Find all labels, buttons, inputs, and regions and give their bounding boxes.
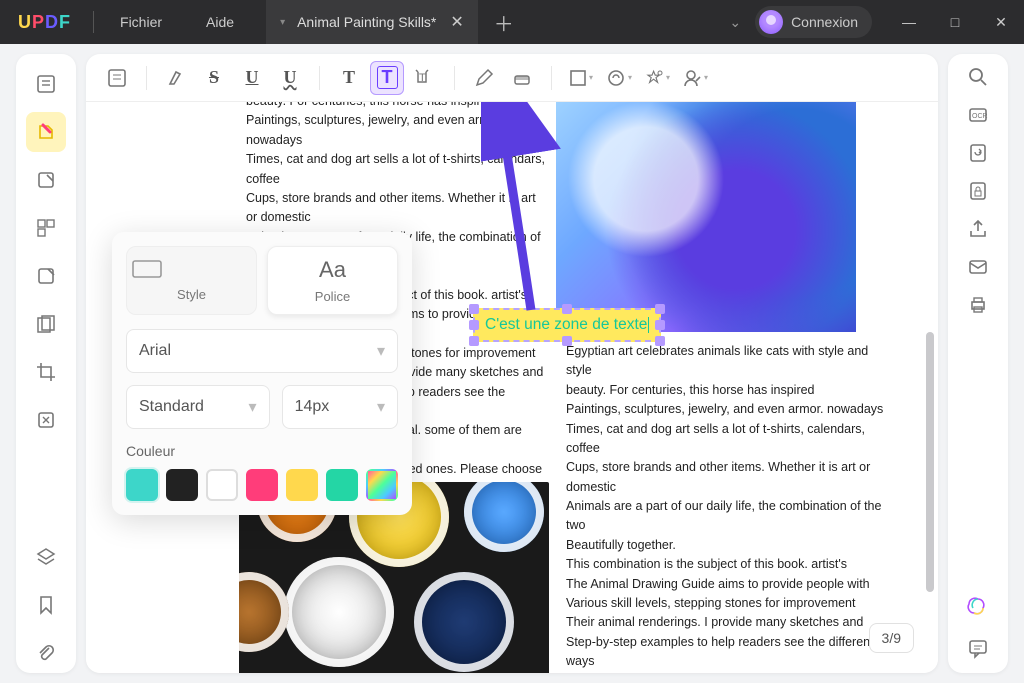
resize-handle[interactable] (655, 304, 665, 314)
swatch-yellow[interactable] (286, 469, 318, 501)
redact-button[interactable] (26, 304, 66, 344)
svg-text:T: T (419, 72, 426, 84)
textbox-tool-button[interactable]: T (370, 61, 404, 95)
stamp-icon[interactable]: ▾ (602, 61, 636, 95)
logo: UPDF (0, 12, 89, 33)
callout-icon[interactable]: T (408, 61, 442, 95)
left-rail (16, 54, 76, 673)
chevron-down-icon: ▾ (249, 397, 257, 417)
eraser-icon[interactable] (505, 61, 539, 95)
resize-handle[interactable] (562, 336, 572, 346)
share-icon[interactable] (967, 218, 989, 240)
resize-handle[interactable] (655, 320, 665, 330)
close-window-button[interactable]: ✕ (978, 0, 1024, 44)
watercolor-image (556, 102, 856, 332)
resize-handle[interactable] (655, 336, 665, 346)
tab-title: Animal Painting Skills* (297, 14, 436, 30)
text-box-content[interactable]: C'est une zone de texte (485, 316, 647, 333)
svg-text:OCR: OCR (972, 113, 988, 120)
protect-icon[interactable] (967, 180, 989, 202)
ai-assistant-icon[interactable] (965, 595, 991, 621)
maximize-window-button[interactable]: □ (932, 0, 978, 44)
text-properties-panel: Style Aa Police Arial▾ Standard▾ 14px▾ (112, 232, 412, 515)
separator (93, 11, 94, 33)
convert-icon[interactable] (967, 142, 989, 164)
swatch-black[interactable] (166, 469, 198, 501)
style-tab[interactable]: Style (126, 246, 257, 315)
text-box-annotation[interactable]: C'est une zone de texte (473, 308, 661, 342)
font-tab[interactable]: Aa Police (267, 246, 398, 315)
email-icon[interactable] (967, 256, 989, 278)
login-button[interactable]: Connexion (755, 6, 872, 38)
font-weight-select[interactable]: Standard▾ (126, 385, 270, 429)
document-area: S U U T T T ▾ ▾ ▾ ▾ beauty. For (86, 54, 938, 673)
pencil-icon[interactable] (467, 61, 501, 95)
underline-icon[interactable]: U (235, 61, 269, 95)
print-icon[interactable] (967, 294, 989, 316)
menu-help[interactable]: Aide (184, 14, 256, 30)
menu-file[interactable]: Fichier (98, 14, 184, 30)
color-swatches (126, 469, 398, 501)
avatar-icon (759, 10, 783, 34)
vertical-scrollbar[interactable] (926, 332, 934, 592)
reader-mode-button[interactable] (26, 64, 66, 104)
comment-mode-button[interactable] (26, 112, 66, 152)
document-tab[interactable]: ▾ Animal Painting Skills* ✕ (266, 0, 478, 44)
resize-handle[interactable] (469, 336, 479, 346)
swatch-green[interactable] (326, 469, 358, 501)
bookmark-button[interactable] (26, 585, 66, 625)
resize-handle[interactable] (562, 304, 572, 314)
annotation-toolbar: S U U T T T ▾ ▾ ▾ ▾ (86, 54, 938, 102)
font-family-select[interactable]: Arial▾ (126, 329, 398, 373)
resize-handle[interactable] (469, 304, 479, 314)
chevron-down-icon: ▾ (377, 341, 385, 361)
close-tab-icon[interactable]: ✕ (450, 12, 463, 32)
titlebar: UPDF Fichier Aide ▾ Animal Painting Skil… (0, 0, 1024, 44)
chevron-down-icon: ▾ (377, 397, 385, 417)
signature-icon[interactable]: ▾ (678, 61, 712, 95)
sticker-icon[interactable]: ▾ (640, 61, 674, 95)
squiggly-icon[interactable]: U (273, 61, 307, 95)
font-size-select[interactable]: 14px▾ (282, 385, 398, 429)
edit-mode-button[interactable] (26, 160, 66, 200)
page-counter[interactable]: 3/9 (869, 623, 914, 653)
tabs-overflow-chevron-icon[interactable]: ⌄ (715, 14, 755, 31)
ocr-icon[interactable]: OCR (967, 104, 989, 126)
page-viewport[interactable]: beauty. For centuries, this horse has in… (86, 102, 938, 673)
resize-handle[interactable] (469, 320, 479, 330)
search-icon[interactable] (967, 66, 989, 88)
login-label: Connexion (791, 14, 858, 30)
note-icon[interactable] (100, 61, 134, 95)
color-section-label: Couleur (126, 443, 398, 459)
comments-panel-icon[interactable] (967, 637, 989, 659)
compress-button[interactable] (26, 400, 66, 440)
attachment-button[interactable] (26, 633, 66, 673)
minimize-window-button[interactable]: ― (886, 0, 932, 44)
crop-button[interactable] (26, 352, 66, 392)
swatch-pink[interactable] (246, 469, 278, 501)
new-tab-button[interactable]: ＋ (478, 8, 530, 37)
swatch-custom-color[interactable] (366, 469, 398, 501)
swatch-white[interactable] (206, 469, 238, 501)
right-rail: OCR (948, 54, 1008, 673)
layers-button[interactable] (26, 537, 66, 577)
text-comment-icon[interactable]: T (332, 61, 366, 95)
organize-mode-button[interactable] (26, 208, 66, 248)
strikethrough-icon[interactable]: S (197, 61, 231, 95)
highlighter-icon[interactable] (159, 61, 193, 95)
form-mode-button[interactable] (26, 256, 66, 296)
tab-dropdown-icon[interactable]: ▾ (280, 17, 285, 28)
swatch-teal[interactable] (126, 469, 158, 501)
doc-text-column-2: Egyptian art celebrates animals like cat… (566, 342, 886, 673)
shape-rect-icon[interactable]: ▾ (564, 61, 598, 95)
